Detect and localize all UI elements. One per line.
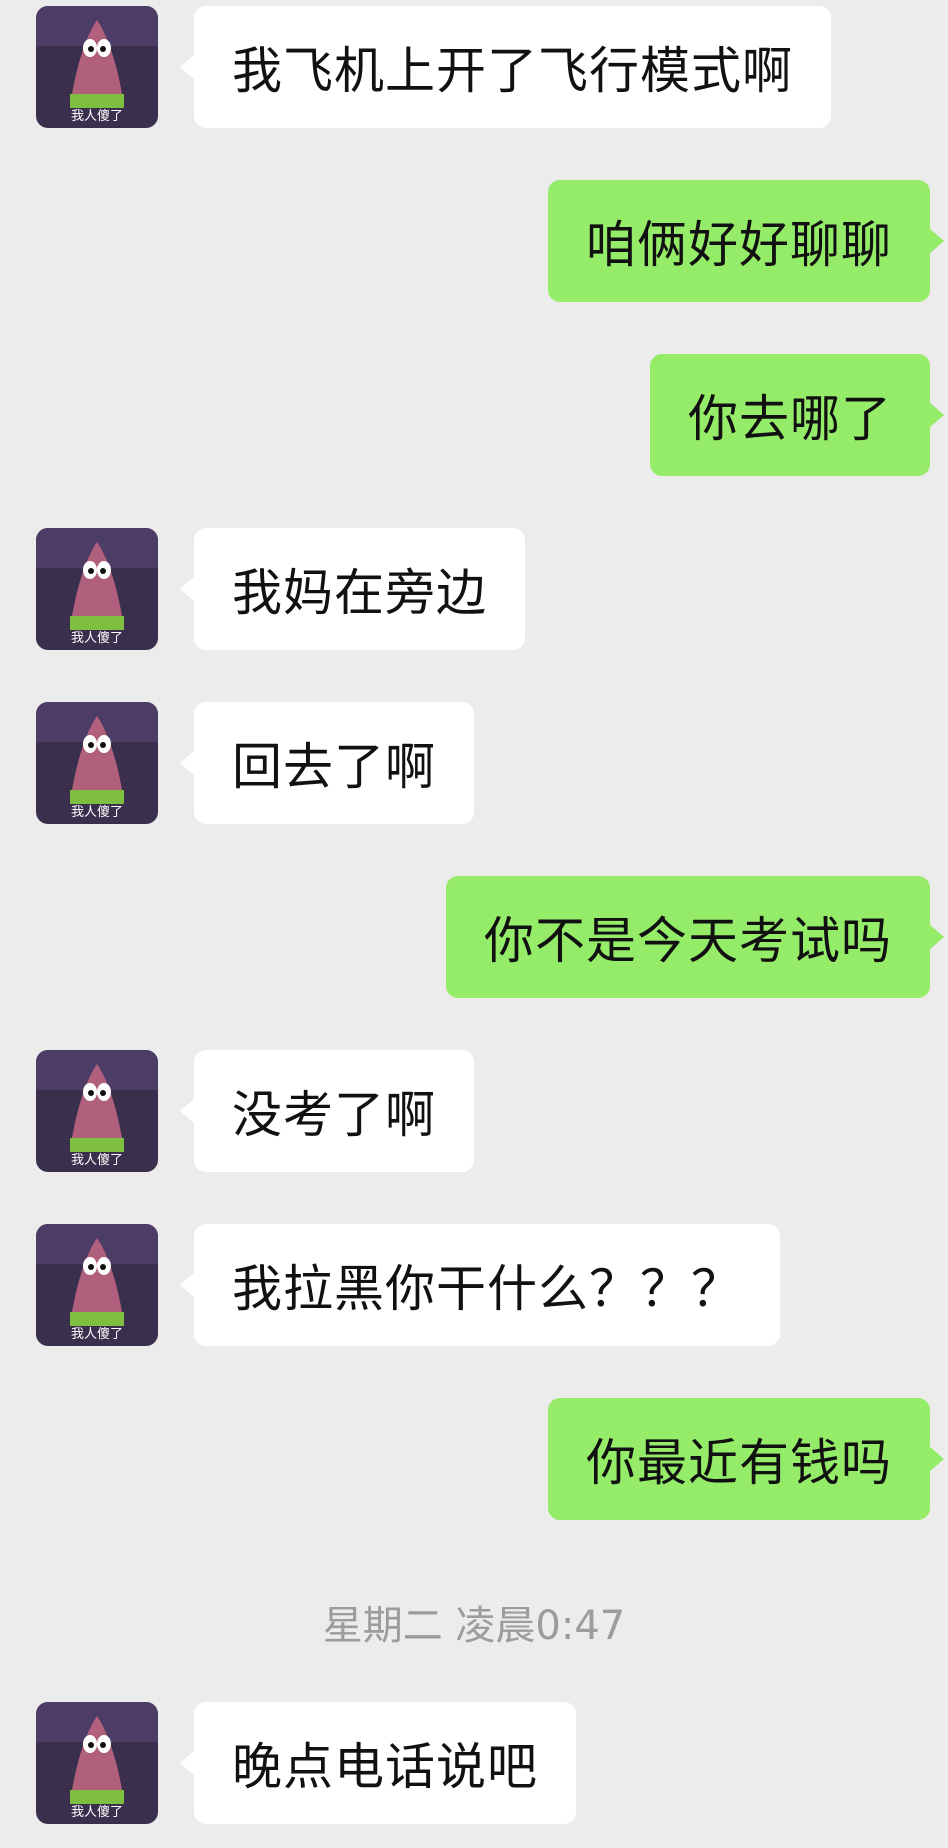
bubble-tail [929,1446,944,1472]
bubble-tail [929,228,944,254]
message-text: 你最近有钱吗 [586,1434,892,1492]
message-bubble-incoming[interactable]: 晚点电话说吧 [180,1702,576,1824]
contact-avatar[interactable]: 我人傻了 [36,1224,158,1346]
message-bubble-outgoing[interactable]: 你不是今天考试吗 [446,876,944,998]
message-bubble-incoming[interactable]: 没考了啊 [180,1050,474,1172]
bubble-tail [180,576,195,602]
svg-text:我人傻了: 我人傻了 [71,109,123,124]
bubble-tail [929,402,944,428]
message-text: 咱俩好好聊聊 [586,216,892,274]
message-text: 你去哪了 [688,390,892,448]
bubble-tail [180,750,195,776]
patrick-star-avatar-icon: 我人傻了 [36,528,158,650]
contact-avatar[interactable]: 我人傻了 [36,1702,158,1824]
message-bubble-incoming[interactable]: 我飞机上开了飞行模式啊 [180,6,831,128]
svg-text:我人傻了: 我人傻了 [71,805,123,820]
message-bubble-outgoing[interactable]: 你去哪了 [650,354,944,476]
bubble-tail [180,1098,195,1124]
contact-avatar[interactable]: 我人傻了 [36,528,158,650]
contact-avatar[interactable]: 我人傻了 [36,6,158,128]
message-bubble-incoming[interactable]: 回去了啊 [180,702,474,824]
patrick-star-avatar-icon: 我人傻了 [36,702,158,824]
bubble-tail [180,54,195,80]
message-text: 你不是今天考试吗 [484,912,892,970]
patrick-star-avatar-icon: 我人傻了 [36,1050,158,1172]
message-text: 我妈在旁边 [232,564,487,622]
bubble-tail [929,924,944,950]
contact-avatar[interactable]: 我人傻了 [36,702,158,824]
bubble-tail [180,1272,195,1298]
message-text: 我飞机上开了飞行模式啊 [232,42,793,100]
svg-text:我人傻了: 我人傻了 [71,1153,123,1168]
contact-avatar[interactable]: 我人傻了 [36,1050,158,1172]
message-bubble-outgoing[interactable]: 你最近有钱吗 [548,1398,944,1520]
chat-area[interactable]: 我人傻了 我飞机上开了飞行模式啊 咱俩好好聊聊 你去哪了 我人傻了 我妈在旁边 … [0,0,948,1848]
message-timestamp: 星期二 凌晨0:47 [322,1603,626,1649]
message-text: 没考了啊 [232,1086,436,1144]
message-bubble-incoming[interactable]: 我妈在旁边 [180,528,525,650]
patrick-star-avatar-icon: 我人傻了 [36,6,158,128]
patrick-star-avatar-icon: 我人傻了 [36,1702,158,1824]
bubble-tail [180,1750,195,1776]
message-text: 我拉黑你干什么？？？ [232,1260,742,1318]
patrick-star-avatar-icon: 我人傻了 [36,1224,158,1346]
message-bubble-incoming[interactable]: 我拉黑你干什么？？？ [180,1224,780,1346]
message-text: 回去了啊 [232,738,436,796]
svg-text:我人傻了: 我人傻了 [71,1805,123,1820]
svg-text:我人傻了: 我人傻了 [71,631,123,646]
message-bubble-outgoing[interactable]: 咱俩好好聊聊 [548,180,944,302]
svg-text:我人傻了: 我人傻了 [71,1327,123,1342]
message-text: 晚点电话说吧 [232,1738,538,1796]
